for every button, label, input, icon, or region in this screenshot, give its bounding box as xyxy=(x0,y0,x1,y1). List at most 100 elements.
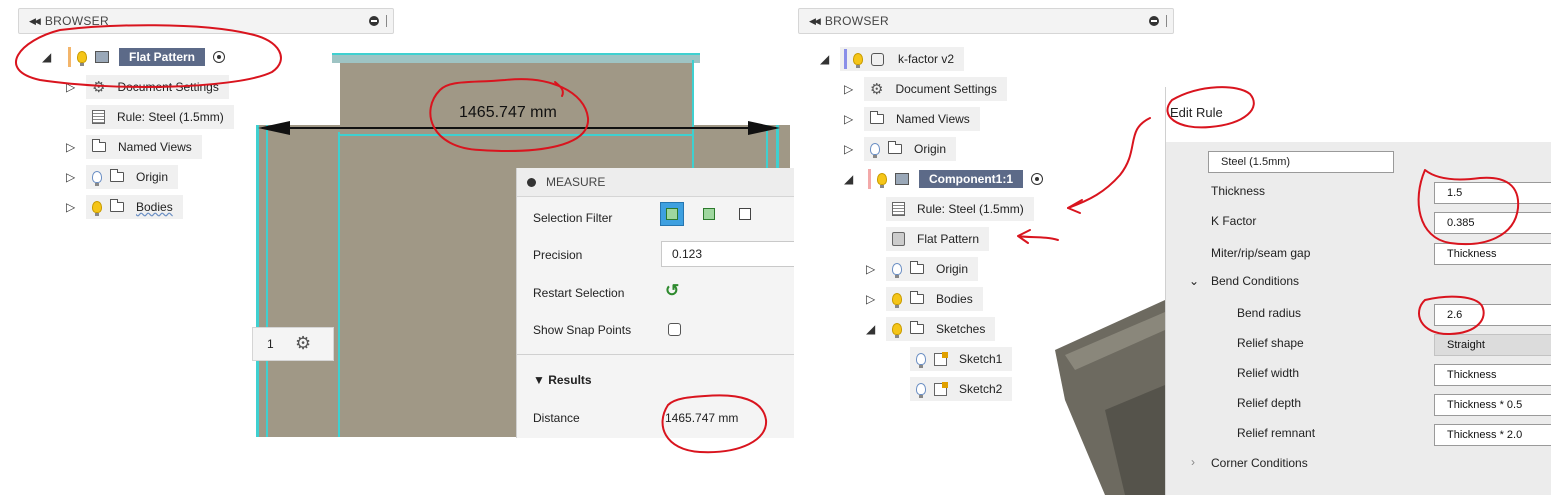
rule-icon xyxy=(892,202,905,216)
bend-radius-field[interactable]: 2.6 xyxy=(1434,304,1551,326)
expand-triangle-icon[interactable]: ◢ xyxy=(844,167,853,191)
bend-conditions-header[interactable]: Bend Conditions xyxy=(1211,274,1299,288)
expand-triangle-icon[interactable]: ▷ xyxy=(66,135,75,159)
annotation-arrow xyxy=(1067,117,1151,209)
tree-item-document-settings[interactable]: ⚙ Document Settings xyxy=(864,77,1007,101)
folder-icon xyxy=(910,291,924,304)
relief-depth-field[interactable]: Thickness * 0.5 xyxy=(1434,394,1551,416)
expand-triangle-icon[interactable]: ◢ xyxy=(866,317,875,341)
view-number-box[interactable]: 1 ⚙ xyxy=(252,327,334,361)
tree-item-label: Sketch1 xyxy=(959,352,1003,366)
visibility-bulb-icon[interactable] xyxy=(892,293,902,308)
visibility-bulb-icon[interactable] xyxy=(77,51,87,66)
tree-item-label: Component1:1 xyxy=(919,170,1023,188)
selection-filter-label: Selection Filter xyxy=(533,211,613,225)
expand-triangle-icon[interactable]: ▷ xyxy=(66,165,75,189)
tree-item-document-settings[interactable]: ⚙ Document Settings xyxy=(86,75,229,99)
expand-triangle-icon[interactable]: ▷ xyxy=(844,107,853,131)
flat-pattern-icon xyxy=(892,232,905,246)
gear-icon[interactable]: ⚙ xyxy=(295,333,311,354)
tree-item-flat-pattern[interactable]: Flat Pattern xyxy=(886,227,990,251)
right-browser-header[interactable]: ◀◀ BROWSER xyxy=(798,8,1174,34)
expand-triangle-icon[interactable]: ▷ xyxy=(66,75,75,99)
measure-panel: MEASURE Selection Filter Precision 0.123… xyxy=(516,168,794,438)
visibility-bulb-icon[interactable] xyxy=(92,171,102,186)
tree-item-label: Bodies xyxy=(136,200,173,214)
corner-conditions-header[interactable]: Corner Conditions xyxy=(1211,456,1308,470)
resize-handle[interactable] xyxy=(386,15,387,27)
tree-item-rule[interactable]: Rule: Steel (1.5mm) xyxy=(86,105,234,129)
resize-handle[interactable] xyxy=(1166,15,1167,27)
component-icon xyxy=(895,173,909,185)
tree-item-rule[interactable]: Rule: Steel (1.5mm) xyxy=(886,197,1034,221)
flat-pattern-icon xyxy=(95,51,109,63)
expand-triangle-icon[interactable]: ◢ xyxy=(42,45,51,69)
restart-selection-label: Restart Selection xyxy=(533,286,625,300)
collapse-icon[interactable]: ◀◀ xyxy=(809,16,821,27)
restart-icon[interactable]: ↺ xyxy=(665,281,679,301)
visibility-bulb-icon[interactable] xyxy=(92,201,102,216)
expand-triangle-icon[interactable]: ▷ xyxy=(866,287,875,311)
visibility-bulb-icon[interactable] xyxy=(853,53,863,68)
tree-item-sketch2[interactable]: Sketch2 xyxy=(910,377,1013,401)
filter-edge-button[interactable] xyxy=(697,202,721,226)
thickness-field[interactable]: 1.5 xyxy=(1434,182,1551,204)
gear-icon: ⚙ xyxy=(870,81,884,98)
tree-item-sketches[interactable]: Sketches xyxy=(886,317,996,341)
expand-triangle-icon[interactable]: ▷ xyxy=(66,195,75,219)
snap-points-checkbox[interactable] xyxy=(668,323,681,336)
sheet-flange-top[interactable] xyxy=(340,60,692,135)
tree-item-label: Flat Pattern xyxy=(119,48,206,66)
tree-item-bodies[interactable]: Bodies xyxy=(886,287,983,311)
collapse-icon[interactable]: ◀◀ xyxy=(29,16,41,27)
precision-dropdown[interactable]: 0.123 xyxy=(661,241,794,267)
collapse-chevron-icon[interactable]: ⌄ xyxy=(1189,274,1199,288)
color-indicator xyxy=(844,49,847,69)
folder-icon xyxy=(910,321,924,334)
filter-face-button[interactable] xyxy=(660,202,684,226)
filter-body-button[interactable] xyxy=(733,202,757,226)
miter-gap-dropdown[interactable]: Thickness xyxy=(1434,243,1551,265)
expand-chevron-icon[interactable]: › xyxy=(1191,455,1195,469)
tree-item-k-factor[interactable]: k-factor v2 xyxy=(840,47,965,71)
visibility-bulb-icon[interactable] xyxy=(892,323,902,338)
relief-shape-dropdown[interactable]: Straight xyxy=(1434,334,1551,356)
expand-triangle-icon[interactable]: ▷ xyxy=(844,137,853,161)
activate-target-icon[interactable] xyxy=(213,51,226,63)
relief-width-field[interactable]: Thickness xyxy=(1434,364,1551,386)
folder-icon xyxy=(910,261,924,274)
precision-label: Precision xyxy=(533,248,583,262)
activate-target-icon[interactable] xyxy=(1031,173,1043,185)
tree-item-origin[interactable]: Origin xyxy=(864,137,957,161)
edit-rule-titlebar[interactable]: Edit Rule xyxy=(1165,87,1551,142)
visibility-bulb-icon[interactable] xyxy=(870,143,880,158)
minimize-icon[interactable] xyxy=(369,16,379,26)
visibility-bulb-icon[interactable] xyxy=(916,353,926,368)
expand-triangle-icon[interactable]: ◢ xyxy=(820,47,829,71)
tree-item-sketch1[interactable]: Sketch1 xyxy=(910,347,1013,371)
tree-item-component[interactable]: Component1:1 xyxy=(864,167,1053,191)
tree-item-named-views[interactable]: Named Views xyxy=(864,107,980,131)
minimize-icon[interactable] xyxy=(1149,16,1159,26)
visibility-bulb-icon[interactable] xyxy=(877,173,887,188)
left-browser-header[interactable]: ◀◀ BROWSER xyxy=(18,8,394,34)
expand-triangle-icon[interactable]: ▷ xyxy=(866,257,875,281)
tree-item-flat-pattern[interactable]: Flat Pattern xyxy=(64,45,264,69)
results-header[interactable]: ▼ Results xyxy=(533,373,592,387)
visibility-bulb-icon[interactable] xyxy=(892,263,902,278)
tree-item-label: Document Settings xyxy=(895,82,997,96)
dimension-label: 1465.747 mm xyxy=(459,104,557,121)
kfactor-field[interactable]: 0.385 xyxy=(1434,212,1551,234)
rule-name-field[interactable]: Steel (1.5mm) xyxy=(1208,151,1394,173)
annotation-arrowhead xyxy=(1067,199,1083,214)
sheet-metal-part[interactable] xyxy=(1045,290,1170,495)
minimize-icon[interactable] xyxy=(527,177,536,187)
visibility-bulb-icon[interactable] xyxy=(916,383,926,398)
tree-item-origin[interactable]: Origin xyxy=(886,257,979,281)
expand-triangle-icon[interactable]: ▷ xyxy=(844,77,853,101)
relief-remnant-field[interactable]: Thickness * 2.0 xyxy=(1434,424,1551,446)
tree-item-bodies[interactable]: Bodies xyxy=(86,195,183,219)
tree-item-named-views[interactable]: Named Views xyxy=(86,135,202,159)
measure-header[interactable]: MEASURE xyxy=(517,168,794,197)
tree-item-origin[interactable]: Origin xyxy=(86,165,179,189)
